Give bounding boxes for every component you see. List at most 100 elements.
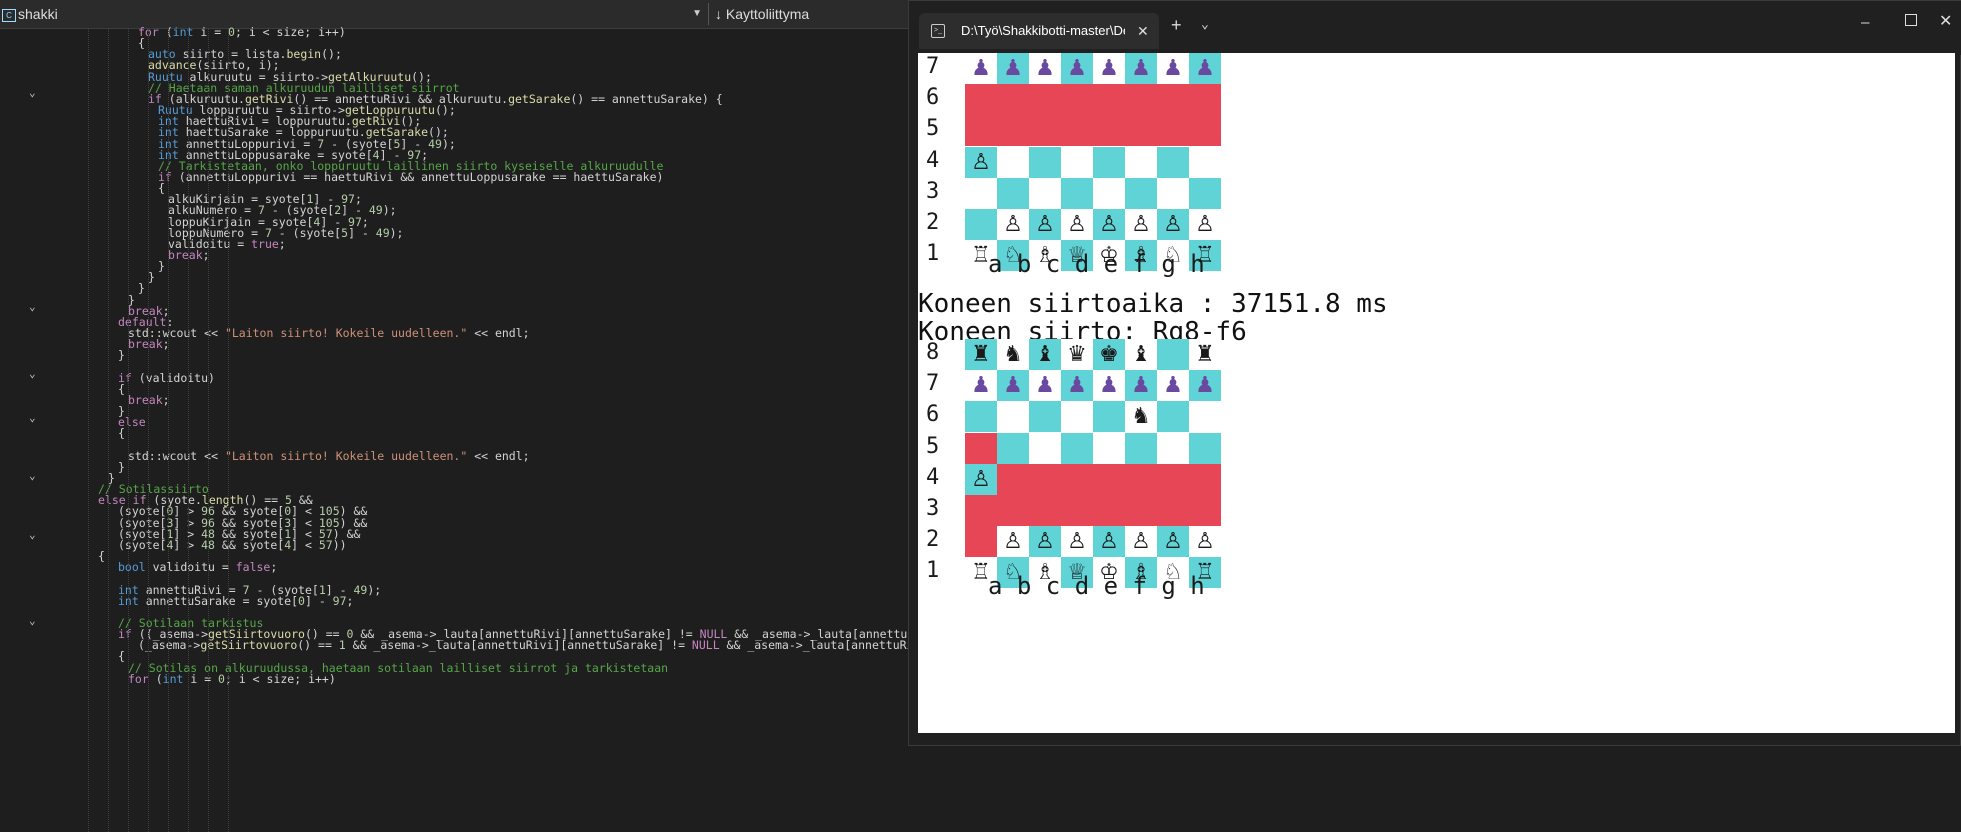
chess-piece: ♙: [1003, 529, 1023, 555]
terminal-tab[interactable]: >_ D:\Työ\Shakkibotti-master\De ✕: [919, 13, 1159, 49]
file-labels-before: a b c d e f g h: [988, 250, 1205, 278]
indent-guide: [108, 28, 109, 832]
chess-piece: ♛: [1067, 342, 1087, 367]
terminal-output[interactable]: 7 ♟ ♟ ♟ ♟ ♟ ♟ ♟ ♟ 6 5 4 ♙ 3 2 ♙ ♙ ♙ ♙ ♙ ♙ ♙ 1 ♖ ♘ ♗ ♕ ♔ ♗ ♘ ♖ a b c d …: [918, 53, 1955, 733]
cpp-project-icon: C: [2, 8, 16, 22]
indent-guide: [148, 28, 149, 832]
board-square: [1157, 84, 1189, 116]
code-line[interactable]: for (int i = 0; i < size; i++): [128, 672, 336, 686]
code-line[interactable]: }: [118, 460, 125, 474]
board-square: [1157, 339, 1189, 370]
board-square: [1093, 463, 1125, 495]
code-line[interactable]: for (int i = 0; i < size; i++): [138, 25, 346, 39]
board-square: [1093, 146, 1125, 178]
board-square: [965, 495, 997, 526]
code-line[interactable]: }: [148, 270, 155, 284]
code-line[interactable]: {: [118, 426, 125, 440]
board-square: [1093, 84, 1125, 116]
editor-gutter[interactable]: ⌄ ⌄ ⌄ ⌄ ⌄ ⌄ ⌄: [0, 28, 48, 832]
board-square: [1061, 146, 1093, 178]
fold-chevron-icon[interactable]: ⌄: [29, 411, 36, 424]
board-square: [997, 146, 1029, 178]
fold-chevron-icon[interactable]: ⌄: [29, 300, 36, 313]
code-line[interactable]: if (validoitu): [118, 371, 215, 385]
maximize-icon[interactable]: [1905, 14, 1917, 26]
board-square: [1093, 495, 1125, 526]
chess-piece: ♟: [1131, 373, 1151, 399]
fold-chevron-icon[interactable]: ⌄: [29, 367, 36, 380]
code-line[interactable]: }: [118, 348, 125, 362]
code-line[interactable]: {: [138, 36, 145, 50]
rank-label: 1: [926, 241, 940, 267]
chevron-down-icon[interactable]: ▼: [692, 3, 702, 25]
fold-chevron-icon[interactable]: ⌄: [29, 528, 36, 541]
terminal-icon: >_: [931, 24, 945, 38]
rank-label: 7: [926, 54, 940, 79]
code-line[interactable]: {: [98, 549, 105, 563]
chevron-down-icon[interactable]: ⌄: [1201, 17, 1209, 32]
board-square: [1189, 495, 1221, 526]
code-line[interactable]: {: [118, 649, 125, 663]
chess-piece: ♟: [1003, 56, 1023, 81]
code-line[interactable]: bool validoitu = false;: [118, 560, 277, 574]
board-square: [1157, 432, 1189, 464]
chess-piece: ♜: [1195, 342, 1215, 367]
project-dropdown[interactable]: Cshakki ▼: [0, 3, 706, 25]
board-square: [965, 526, 997, 558]
board-square: [1157, 146, 1189, 178]
indent-guide: [188, 28, 189, 832]
board-square: [997, 177, 1029, 209]
chess-piece: ♟: [1035, 56, 1055, 81]
chess-piece: ♙: [1099, 529, 1119, 555]
chess-piece: ♟: [1163, 373, 1183, 399]
code-line[interactable]: {: [158, 181, 165, 195]
board-square: [1061, 115, 1093, 147]
rank-label: 5: [926, 433, 940, 459]
terminal-window[interactable]: >_ D:\Työ\Shakkibotti-master\De ✕ + ⌄ — …: [908, 0, 1961, 746]
fold-chevron-icon[interactable]: ⌄: [29, 86, 36, 99]
board-square: [1157, 115, 1189, 147]
rank-label: 3: [926, 178, 940, 204]
board-square: [1029, 177, 1061, 209]
board-square: [1093, 115, 1125, 147]
new-tab-icon[interactable]: +: [1171, 15, 1182, 36]
board-square: [997, 463, 1029, 495]
board-square: [1061, 432, 1093, 464]
scope-icon: ↓: [715, 6, 726, 22]
close-window-icon[interactable]: ✕: [1939, 11, 1952, 31]
chess-piece: ♟: [1067, 373, 1087, 399]
chess-piece: ♙: [971, 149, 991, 175]
chess-piece: ♟: [1099, 373, 1119, 399]
chess-piece: ♝: [1131, 342, 1151, 367]
fold-chevron-icon[interactable]: ⌄: [29, 614, 36, 627]
chess-piece: ♙: [1067, 212, 1087, 237]
chess-piece: ♙: [971, 466, 991, 492]
scope-dropdown-label: Kayttoliittyma: [725, 6, 810, 22]
indent-guide: [208, 28, 209, 832]
board-square: [1125, 432, 1157, 464]
code-line[interactable]: if (annettuLoppurivi == haettuRivi && an…: [158, 170, 663, 184]
board-square: [1061, 463, 1093, 495]
board-square: [965, 432, 997, 464]
code-line[interactable]: int annettuSarake = syote[0] - 97;: [118, 594, 353, 608]
code-line[interactable]: }: [158, 259, 165, 273]
board-square: [1125, 84, 1157, 116]
chess-piece: ♙: [1163, 529, 1183, 555]
terminal-tab-bar: >_ D:\Työ\Shakkibotti-master\De ✕ + ⌄ — …: [909, 1, 1961, 55]
rank-label: 6: [926, 85, 940, 111]
rank-label: 5: [926, 116, 940, 142]
fold-chevron-icon[interactable]: ⌄: [29, 469, 36, 482]
code-line[interactable]: (syote[4] > 48 && syote[4] < 57)): [118, 538, 347, 552]
board-square: [997, 432, 1029, 464]
board-square: [1093, 177, 1125, 209]
minimize-icon[interactable]: —: [1861, 15, 1869, 31]
close-tab-icon[interactable]: ✕: [1137, 13, 1149, 49]
chess-piece: ♟: [1003, 373, 1023, 399]
chess-piece: ♟: [1195, 373, 1215, 399]
board-square: [1125, 177, 1157, 209]
code-line[interactable]: }: [138, 281, 145, 295]
board-square: [1157, 177, 1189, 209]
chess-piece: ♟: [971, 56, 991, 81]
chess-piece: ♙: [1131, 212, 1151, 237]
code-line[interactable]: {: [118, 382, 125, 396]
